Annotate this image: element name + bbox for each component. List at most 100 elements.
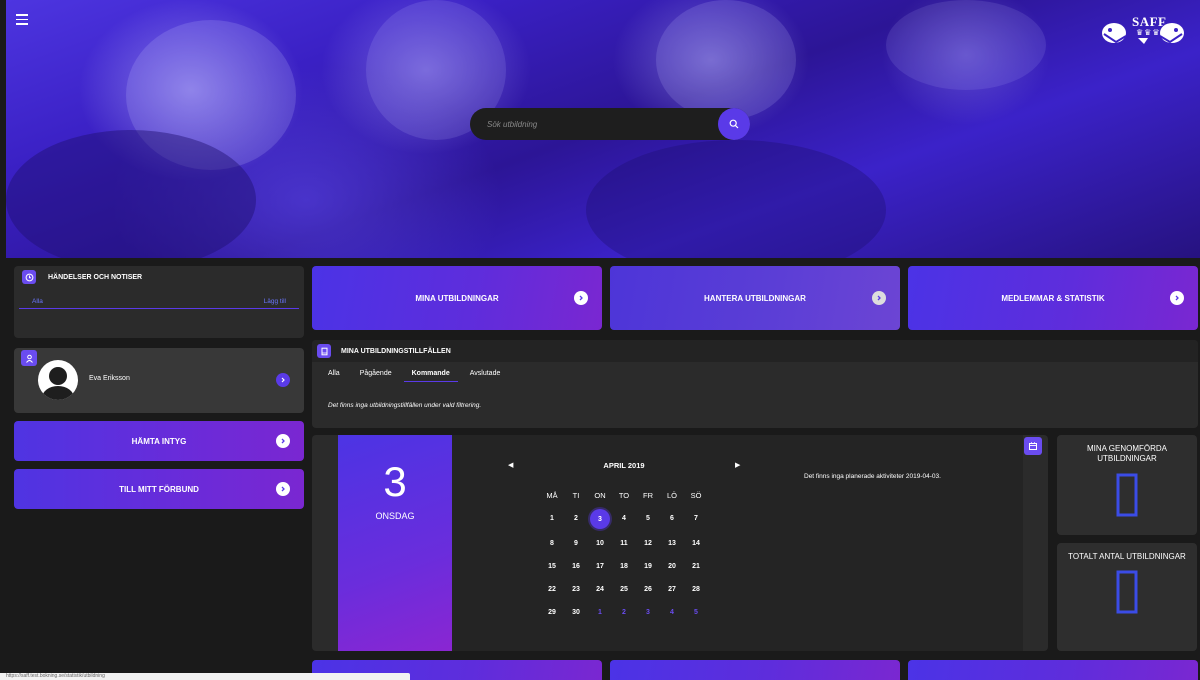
hero-image-shape [586, 140, 886, 258]
calendar-day[interactable]: 27 [660, 581, 684, 598]
weekday-header: LÖ [666, 491, 677, 500]
calendar-day[interactable]: 30 [564, 604, 588, 621]
calendar-day[interactable]: 28 [684, 581, 708, 598]
tab-all[interactable]: Alla [328, 370, 340, 381]
next-month-button[interactable]: ▶ [735, 461, 740, 469]
calendar-day[interactable]: 5 [684, 604, 708, 621]
total-trainings-count [1116, 570, 1138, 614]
hero-image-shape [6, 130, 256, 258]
members-statistics-button[interactable]: MEDLEMMAR & STATISTIK [908, 266, 1198, 330]
calendar-day[interactable]: 4 [660, 604, 684, 621]
bottom-card[interactable] [908, 660, 1198, 680]
to-my-federation-button[interactable]: TILL MITT FÖRBUND [14, 469, 304, 509]
chevron-right-icon [281, 377, 285, 383]
completed-trainings-title: MINA GENOMFÖRDA UTBILDNINGAR [1086, 444, 1167, 464]
calendar-day[interactable]: 4 [612, 510, 636, 527]
calendar-day[interactable]: 2 [564, 510, 588, 527]
chevron-right-icon [872, 291, 886, 305]
month-calendar: ◀ APRIL 2019 ▶ MÅ TI ON TO FR LÖ SÖ 1 2 3 4 5 6 7 8 9 10… [452, 435, 796, 651]
training-sessions-title: MINA UTBILDNINGSTILLFÄLLEN [341, 347, 451, 355]
clock-icon [22, 270, 36, 284]
calendar-day[interactable]: 1 [540, 510, 564, 527]
events-tabs: Alla Lägg till [19, 294, 299, 309]
menu-icon[interactable] [16, 14, 28, 25]
calendar-day[interactable]: 2 [612, 604, 636, 621]
selected-day-number: 3 [383, 458, 407, 505]
calendar-day[interactable]: 8 [540, 535, 564, 552]
browser-status-bar: https://saff.test.bokning.se/statistik/u… [0, 673, 410, 680]
calendar-day[interactable]: 19 [636, 558, 660, 575]
selected-date-card: 3 ONSDAG [338, 435, 452, 651]
avatar[interactable] [38, 360, 78, 400]
search-icon [729, 119, 739, 129]
empty-sessions-message: Det finns inga utbildningstillfällen und… [328, 402, 482, 409]
calendar-day[interactable]: 15 [540, 558, 564, 575]
calendar-day[interactable]: 9 [564, 535, 588, 552]
manage-trainings-button[interactable]: HANTERA UTBILDNINGAR [610, 266, 900, 330]
calendar-day[interactable]: 23 [564, 581, 588, 598]
calendar-day[interactable]: 1 [588, 604, 612, 621]
search-input[interactable] [470, 119, 718, 129]
training-sessions-tabs: Alla Pågående Kommande Avslutade [312, 370, 1198, 388]
events-add-link[interactable]: Lägg till [264, 298, 286, 305]
events-title: HÄNDELSER OCH NOTISER [48, 273, 143, 281]
calendar-day[interactable]: 24 [588, 581, 612, 598]
calendar-day-selected[interactable]: 3 [590, 509, 610, 529]
calendar-panel: 3 ONSDAG ◀ APRIL 2019 ▶ MÅ TI ON TO FR LÖ SÖ 1 2… [312, 435, 1048, 651]
total-trainings-card: TOTALT ANTAL UTBILDNINGAR [1057, 543, 1197, 651]
events-tab-all[interactable]: Alla [32, 298, 43, 305]
user-profile-button[interactable] [276, 373, 290, 387]
weekday-header: FR [643, 491, 653, 500]
calendar-day[interactable]: 17 [588, 558, 612, 575]
calendar-day[interactable]: 18 [612, 558, 636, 575]
calendar-day[interactable]: 21 [684, 558, 708, 575]
calendar-day[interactable]: 13 [660, 535, 684, 552]
calendar-day[interactable]: 29 [540, 604, 564, 621]
calendar-icon[interactable] [1024, 437, 1042, 455]
calendar-day[interactable]: 26 [636, 581, 660, 598]
hero-image-shape [886, 0, 1046, 90]
weekday-header: TO [618, 491, 630, 500]
tab-upcoming[interactable]: Kommande [403, 370, 458, 382]
calendar-day[interactable]: 11 [612, 535, 636, 552]
page: SAFF ♛♛♛ HÄNDELSER OCH NOTISER Alla Lägg… [0, 0, 1200, 680]
chevron-right-icon [276, 434, 290, 448]
calendar-day[interactable]: 10 [588, 535, 612, 552]
completed-trainings-card: MINA GENOMFÖRDA UTBILDNINGAR [1057, 435, 1197, 535]
book-icon [317, 344, 331, 358]
calendar-day[interactable]: 22 [540, 581, 564, 598]
calendar-day[interactable]: 6 [660, 510, 684, 527]
my-trainings-button[interactable]: MINA UTBILDNINGAR [312, 266, 602, 330]
calendar-grid: MÅ TI ON TO FR LÖ SÖ 1 2 3 4 5 6 7 8 9 10 11 12 13 14 15 16 17 1… [540, 487, 712, 621]
training-sessions-panel: MINA UTBILDNINGSTILLFÄLLEN Alla Pågående… [312, 340, 1198, 428]
search-bar [470, 108, 750, 140]
calendar-day[interactable]: 25 [612, 581, 636, 598]
calendar-day[interactable]: 16 [564, 558, 588, 575]
user-icon [21, 350, 37, 366]
calendar-day[interactable]: 20 [660, 558, 684, 575]
tab-finished[interactable]: Avslutade [470, 370, 501, 381]
completed-trainings-count [1116, 473, 1138, 517]
events-header: HÄNDELSER OCH NOTISER [14, 266, 304, 288]
no-activities-message: Det finns inga planerade aktiviteter 201… [804, 473, 941, 480]
weekday-header: TI [572, 491, 580, 500]
calendar-day[interactable]: 14 [684, 535, 708, 552]
get-certificate-label: HÄMTA INTYG [131, 436, 187, 446]
chevron-right-icon [1170, 291, 1184, 305]
activities-panel: Det finns inga planerade aktiviteter 201… [796, 435, 1023, 651]
get-certificate-button[interactable]: HÄMTA INTYG [14, 421, 304, 461]
search-button[interactable] [718, 108, 750, 140]
chevron-right-icon [276, 482, 290, 496]
to-my-federation-label: TILL MITT FÖRBUND [119, 484, 199, 494]
calendar-day[interactable]: 7 [684, 510, 708, 527]
calendar-day[interactable]: 12 [636, 535, 660, 552]
calendar-day[interactable]: 5 [636, 510, 660, 527]
tab-ongoing[interactable]: Pågående [360, 370, 392, 381]
bottom-card[interactable] [610, 660, 900, 680]
saff-logo[interactable]: SAFF ♛♛♛ [1100, 14, 1186, 46]
total-trainings-title: TOTALT ANTAL UTBILDNINGAR [1068, 552, 1186, 561]
calendar-day[interactable]: 3 [636, 604, 660, 621]
chevron-right-icon [574, 291, 588, 305]
user-panel: Eva Eriksson [14, 348, 304, 413]
month-label: APRIL 2019 [603, 461, 645, 470]
